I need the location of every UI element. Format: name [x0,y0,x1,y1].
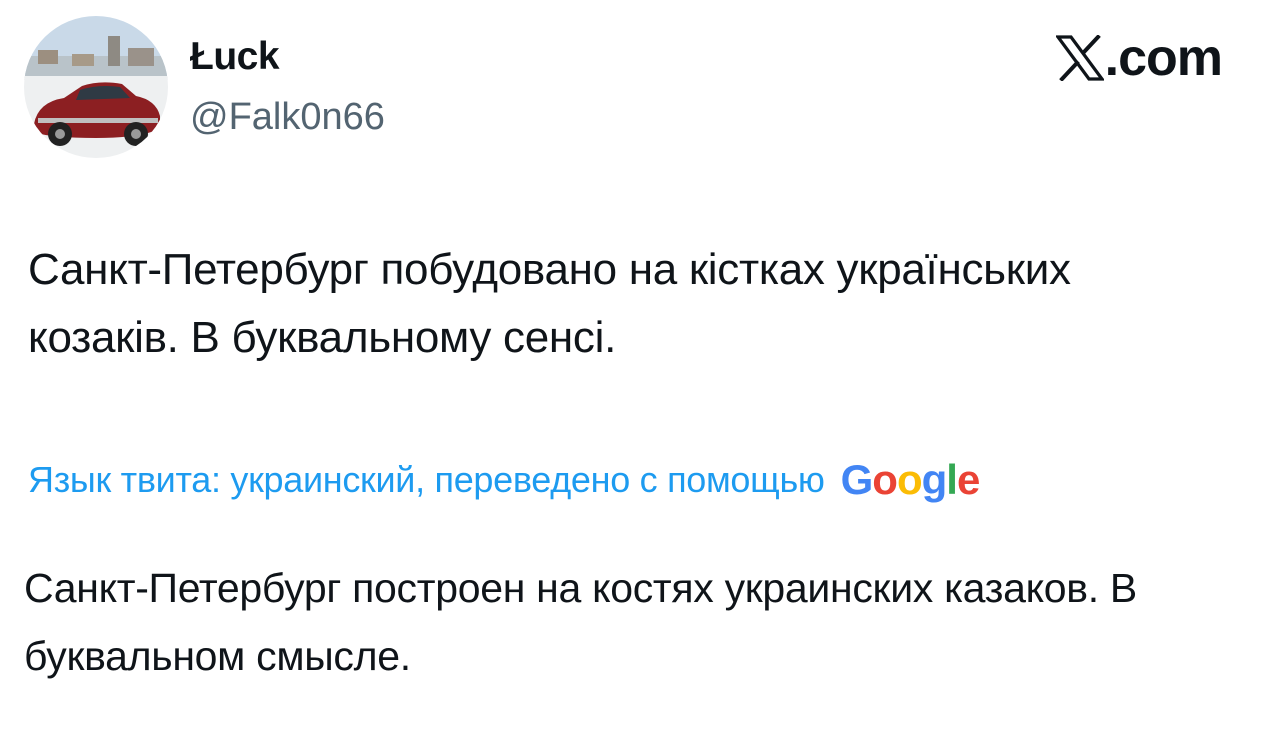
author-handle[interactable]: @Falk0n66 [190,94,385,140]
tweet-text: Санкт-Петербург побудовано на кістках ук… [28,245,1071,362]
google-logo: Google [840,456,981,503]
x-logo-icon [1055,35,1104,81]
brand-domain-suffix: .com [1104,29,1223,87]
x-com-brand[interactable]: .com [1055,28,1223,88]
author-display-name[interactable]: Łuck [190,34,280,80]
translation-label[interactable]: Язык твита: украинский, переведено с пом… [28,459,825,501]
author-avatar[interactable] [24,16,168,158]
translated-tweet-text: Санкт-Петербург построен на костях украи… [24,565,1137,679]
red-vintage-car-avatar-icon [24,16,168,158]
translation-attribution[interactable]: Язык твита: украинский, переведено с пом… [28,452,981,508]
